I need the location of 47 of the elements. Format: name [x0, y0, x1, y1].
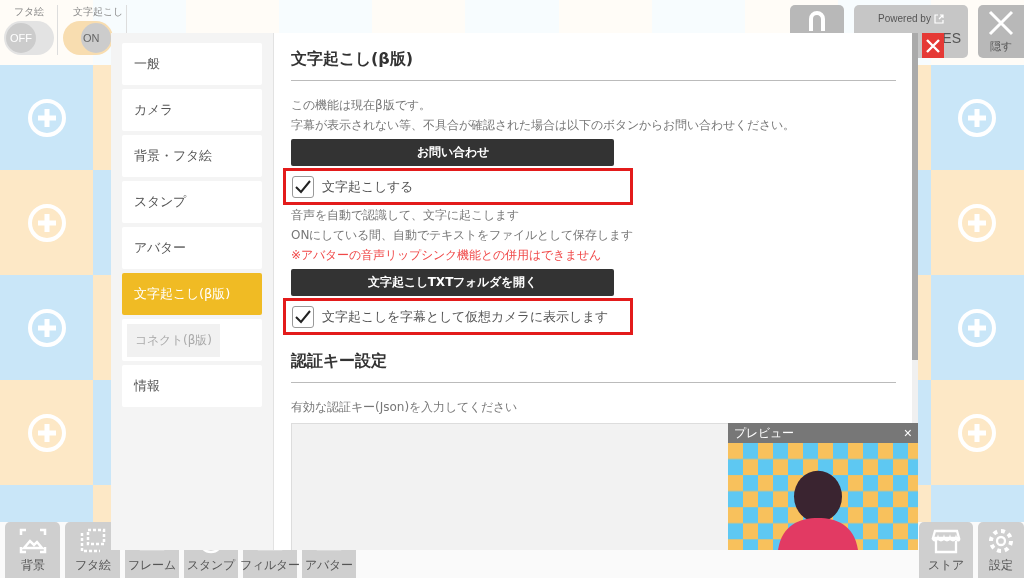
sidebar-item[interactable]: 背景・フタ絵 [122, 135, 262, 177]
toggle-switch[interactable]: ON [63, 21, 113, 55]
section-title: 文字起こし(β版) [291, 49, 896, 81]
hide-button[interactable]: 隠す [978, 5, 1024, 58]
arch-icon [809, 11, 825, 31]
store-icon [931, 527, 961, 555]
sidebar-item[interactable]: 一般 [122, 43, 262, 85]
sidebar-item[interactable]: 情報 [122, 365, 262, 407]
plus-circle-icon[interactable] [26, 202, 67, 243]
plus-circle-icon[interactable] [957, 97, 998, 138]
description-text: ONにしている間、自動でテキストをファイルとして保存します [291, 227, 634, 244]
plus-circle-icon[interactable] [26, 307, 67, 348]
external-link-icon [933, 13, 944, 24]
plus-circle-icon[interactable] [26, 97, 67, 138]
sidebar-item[interactable]: スタンプ [122, 181, 262, 223]
checkbox[interactable] [292, 305, 314, 328]
checkbox-label: 文字起こしを字幕として仮想カメラに表示します [322, 307, 608, 326]
disabled-item-label: コネクト(β版) [127, 323, 221, 357]
settings-icon [986, 527, 1016, 555]
plus-circle-icon[interactable] [957, 412, 998, 453]
description-text: 音声を自動で認識して、文字に起こします [291, 207, 519, 224]
checkbox[interactable] [292, 175, 314, 198]
toolbar-button[interactable]: 設定 [978, 522, 1024, 578]
toolbar-button[interactable]: フタ絵 [65, 522, 120, 578]
preview-title: プレビュー [734, 424, 794, 442]
sidebar-item[interactable]: カメラ [122, 89, 262, 131]
close-icon [987, 8, 1015, 37]
checkbox-label: 文字起こしする [322, 177, 413, 196]
image-icon [17, 527, 48, 555]
description-text: 有効な認証キー(Json)を入力してください [291, 399, 518, 416]
close-icon [925, 37, 941, 54]
description-text: 字幕が表示されない等、不具合が確認された場合は以下のボタンからお問い合わせください。 [291, 117, 795, 134]
section-title: 認証キー設定 [291, 351, 896, 383]
description-text: この機能は現在β版です。 [291, 97, 431, 114]
toggle-label: 文字起こし [72, 5, 123, 19]
close-button[interactable] [922, 33, 944, 58]
plus-circle-icon[interactable] [957, 202, 998, 243]
action-button[interactable]: お問い合わせ [291, 139, 614, 166]
warning-text: ※アバターの音声リップシンク機能との併用はできません [291, 247, 602, 264]
plus-circle-icon[interactable] [957, 307, 998, 348]
toolbar-button[interactable]: 背景 [5, 522, 60, 578]
plus-circle-icon[interactable] [26, 412, 67, 453]
action-button[interactable]: 文字起こしTXTフォルダを開く [291, 269, 614, 296]
toolbar-button[interactable]: ストア [919, 522, 973, 578]
sidebar-item[interactable]: アバター [122, 227, 262, 269]
toggle-label: フタ絵 [13, 5, 44, 19]
close-button[interactable]: × [901, 426, 914, 440]
